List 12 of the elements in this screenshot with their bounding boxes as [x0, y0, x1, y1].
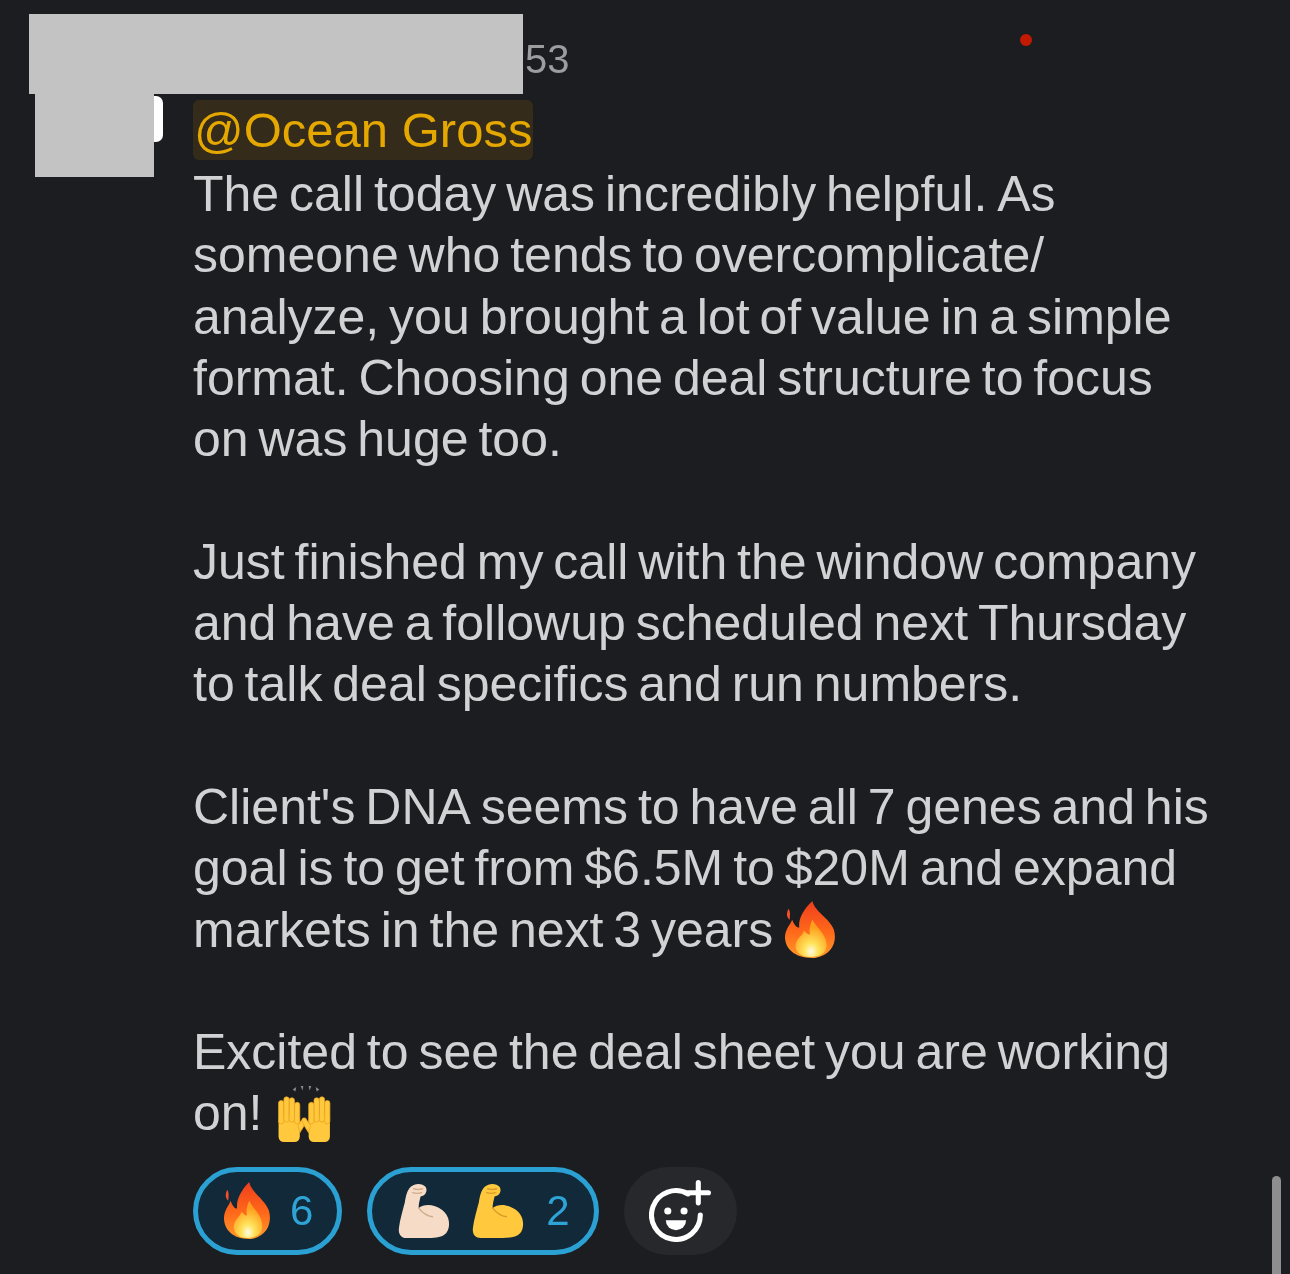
- notification-dot-icon: [1020, 34, 1032, 46]
- reaction-button[interactable]: 2: [367, 1166, 599, 1255]
- message-text: Just finished my call with the window company and have a followup scheduled next Thursday to talk deal specifics and run numbers.: [193, 533, 1196, 713]
- message-text: The call today was incredibly helpful. As someone who tends to overcomplicate/ analyze, you brought a lot of value in a simple format. Choosing one deal structure to focus on was huge too.: [193, 166, 1172, 468]
- reaction-button[interactable]: 6: [193, 1166, 343, 1255]
- fire-icon: [785, 900, 836, 959]
- timestamp-text: 53: [525, 39, 570, 79]
- fire-icon: [224, 1181, 270, 1240]
- mention-tag[interactable]: @Ocean Gross: [193, 100, 534, 160]
- avatar-badge: [154, 96, 163, 142]
- add-reaction-icon: [649, 1179, 712, 1242]
- scrollbar-thumb[interactable]: [1272, 1176, 1281, 1274]
